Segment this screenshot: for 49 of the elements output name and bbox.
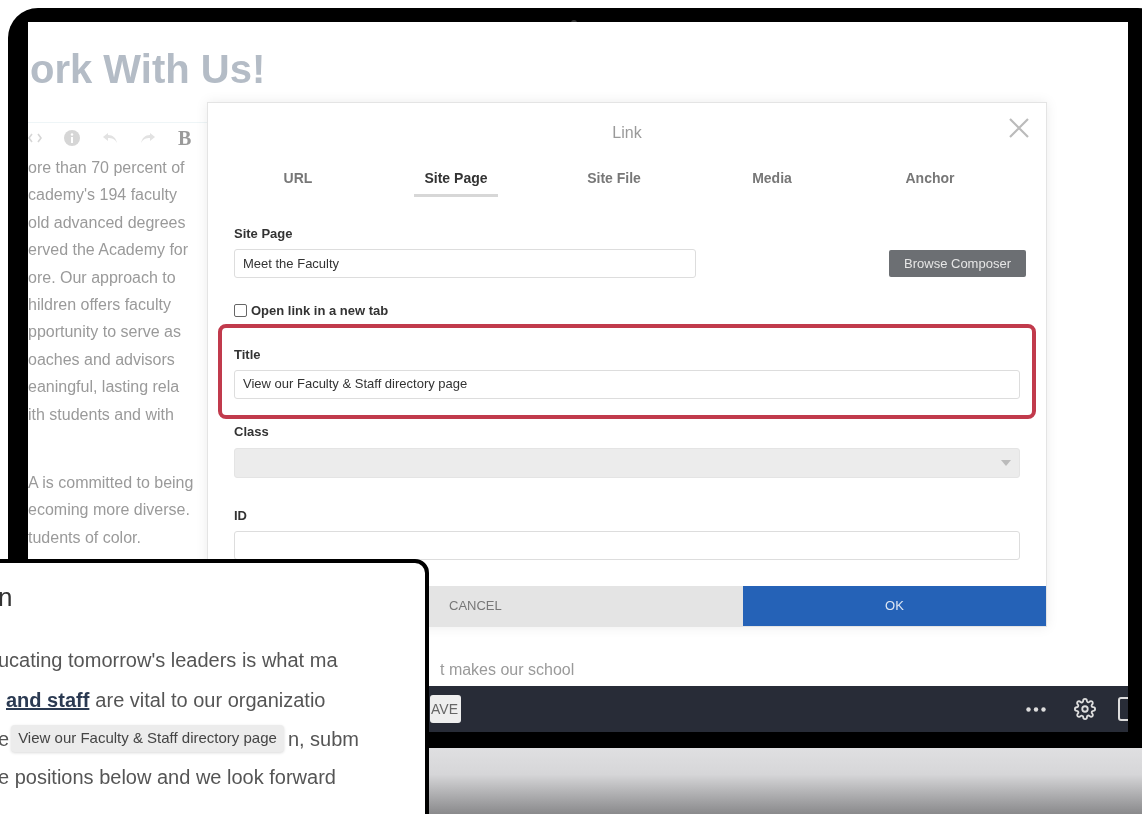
paragraph-line: ith students and with	[28, 404, 174, 425]
checkbox[interactable]	[234, 304, 247, 318]
paragraph-line: pportunity to serve as	[28, 322, 181, 343]
code-icon[interactable]	[28, 131, 42, 144]
close-icon[interactable]	[1008, 117, 1030, 139]
field-label: ID	[234, 506, 247, 525]
tooltip: View our Faculty & Staff directory page	[11, 725, 284, 752]
page-heading: ork With Us!	[30, 46, 266, 92]
redo-icon[interactable]	[140, 131, 156, 144]
paragraph-line: A is committed to being	[28, 473, 194, 494]
paragraph-line: ore. Our approach to	[28, 267, 176, 288]
undo-icon[interactable]	[102, 131, 118, 144]
paragraph-line: tudents of color.	[28, 527, 141, 548]
checkbox-label: Open link in a new tab	[251, 302, 389, 320]
paragraph-line: t makes our school	[440, 660, 575, 680]
paragraph-line: eaningful, lasting rela	[28, 377, 180, 398]
cancel-button[interactable]: CANCEL	[431, 586, 743, 626]
save-button[interactable]: AVE	[430, 695, 461, 723]
inset-text-line: are vital to our organizatio	[95, 687, 326, 713]
paragraph-line: ore than 70 percent of	[28, 158, 185, 178]
inset-text-line: n, subm	[287, 726, 360, 752]
tab[interactable]: Media	[742, 163, 802, 197]
settings-icon[interactable]	[1074, 698, 1096, 720]
field-label: Site Page	[234, 225, 293, 243]
title-field[interactable]: View our Faculty & Staff directory page	[234, 369, 1020, 399]
more-icon[interactable]	[1026, 706, 1046, 712]
tab[interactable]: Site Page	[414, 163, 498, 197]
paragraph-line: ecoming more diverse.	[28, 500, 190, 521]
tab[interactable]: Anchor	[895, 163, 965, 197]
bold-button[interactable]: B	[178, 122, 192, 153]
browse-composer-button[interactable]: Browse Composer	[889, 250, 1026, 277]
inset-heading: n	[0, 581, 13, 613]
tab[interactable]: Site File	[577, 163, 651, 197]
site-page-field[interactable]: Meet the Faculty	[234, 249, 696, 278]
tab[interactable]: URL	[273, 163, 323, 197]
field-label: Title	[234, 345, 261, 364]
ok-button[interactable]: OK	[743, 586, 1046, 626]
dialog-title: Link	[612, 123, 642, 143]
info-icon[interactable]	[64, 129, 80, 146]
paragraph-line: old advanced degrees	[28, 212, 186, 233]
field-label: Class	[234, 422, 269, 441]
tablet-icon[interactable]	[1118, 697, 1128, 721]
paragraph-line: erved the Academy for	[28, 240, 189, 261]
paragraph-line: cademy's 194 faculty	[28, 185, 177, 206]
faculty-link[interactable]: and staff	[6, 684, 90, 715]
paragraph-line: hildren offers faculty	[28, 295, 171, 316]
inset-text-line: ucating tomorrow's leaders is what ma	[0, 648, 338, 673]
paragraph-line: oaches and advisors	[28, 349, 175, 370]
dropdown-caret-icon	[1001, 459, 1011, 466]
